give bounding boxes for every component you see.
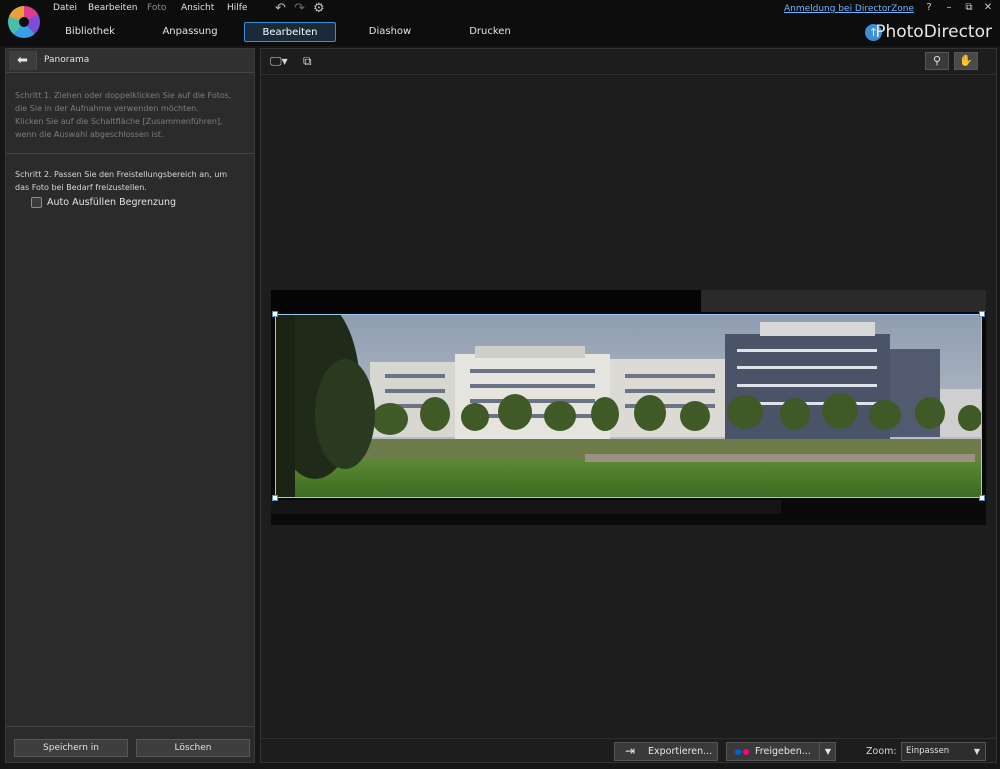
undo-icon[interactable]: ↶ [275, 1, 286, 16]
share-button[interactable]: Freigeben... ▼ [726, 742, 836, 761]
app-logo-icon [8, 6, 40, 38]
magnifier-icon[interactable]: ⚲ [925, 52, 949, 70]
stitch-edge-top [271, 290, 986, 312]
tab-bibliothek[interactable]: Bibliothek [55, 22, 125, 42]
tab-bearbeiten[interactable]: Bearbeiten [244, 22, 336, 42]
brand-name: PhotoDirector [875, 22, 992, 42]
delete-button[interactable]: Löschen [136, 739, 250, 757]
menu-datei[interactable]: Datei [53, 3, 77, 13]
export-icon: ⇥ [625, 744, 636, 758]
crop-rectangle[interactable] [272, 311, 985, 501]
flickr-icon [735, 749, 741, 755]
chevron-down-icon: ▼ [973, 747, 980, 756]
gear-icon[interactable]: ⚙ [313, 1, 325, 16]
divider [6, 153, 254, 154]
flickr-icon [743, 749, 749, 755]
help-icon[interactable]: ? [922, 2, 936, 13]
view-toolbar: 🖵▾ ⧉ ⚲ ✋ [261, 49, 996, 75]
redo-icon: ↷ [294, 1, 305, 16]
crop-handle-bottom-left[interactable] [272, 495, 278, 501]
crop-handle-bottom-right[interactable] [979, 495, 985, 501]
back-arrow-icon[interactable]: ⬅ [9, 51, 37, 70]
export-button[interactable]: ⇥ Exportieren... [614, 742, 718, 761]
step2-instructions: Schritt 2. Passen Sie den Freistellungsb… [15, 170, 228, 192]
tab-drucken[interactable]: Drucken [455, 22, 525, 42]
restore-icon[interactable]: ⧉ [962, 2, 976, 13]
panorama-preview[interactable] [271, 290, 986, 525]
autofill-checkbox[interactable] [31, 197, 42, 208]
menu-hilfe[interactable]: Hilfe [227, 3, 247, 13]
menu-foto: Foto [147, 3, 167, 13]
panel-header: ⬅ Panorama [6, 49, 254, 73]
crop-handle-top-left[interactable] [272, 311, 278, 317]
compare-view-icon[interactable]: ⧉ [303, 54, 312, 69]
save-button[interactable]: Speichern in [14, 739, 128, 757]
crop-handle-top-right[interactable] [979, 311, 985, 317]
tab-anpassung[interactable]: Anpassung [155, 22, 225, 42]
monitor-view-icon[interactable]: 🖵▾ [270, 54, 288, 69]
bottom-toolbar: ⇥ Exportieren... Freigeben... ▼ Zoom: Ei… [261, 738, 996, 763]
chevron-down-icon[interactable]: ▼ [819, 743, 836, 760]
title-bar: Datei Bearbeiten Foto Ansicht Hilfe ↶ ↷ … [0, 0, 1000, 46]
directorzone-login-link[interactable]: Anmeldung bei DirectorZone [784, 4, 914, 14]
step1-instructions: Schritt 1. Ziehen oder doppelklicken Sie… [15, 91, 232, 139]
minimize-icon[interactable]: – [942, 2, 956, 13]
panorama-panel: ⬅ Panorama Schritt 1. Ziehen oder doppel… [5, 48, 255, 763]
zoom-label: Zoom: [866, 746, 897, 757]
zoom-select[interactable]: Einpassen ▼ [901, 742, 986, 761]
canvas-area: 🖵▾ ⧉ ⚲ ✋ ⇥ Exportieren... Freigeben... ▼… [260, 48, 997, 763]
tab-diashow[interactable]: Diashow [355, 22, 425, 42]
divider [6, 726, 254, 727]
menu-ansicht[interactable]: Ansicht [181, 3, 214, 13]
photodirector-window: Datei Bearbeiten Foto Ansicht Hilfe ↶ ↷ … [0, 0, 1000, 769]
close-icon[interactable]: ✕ [981, 2, 995, 13]
hand-tool-icon[interactable]: ✋ [954, 52, 978, 70]
menu-bearbeiten[interactable]: Bearbeiten [88, 3, 137, 13]
stitch-edge-bottom [271, 500, 986, 525]
panel-title: Panorama [44, 55, 90, 65]
autofill-label[interactable]: Auto Ausfüllen Begrenzung [47, 197, 176, 208]
